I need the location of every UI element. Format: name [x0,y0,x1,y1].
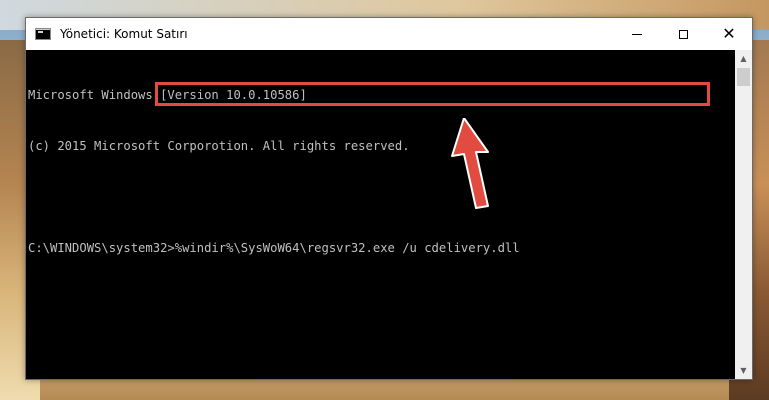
scroll-thumb[interactable] [737,68,750,86]
close-button[interactable]: ✕ [706,18,752,50]
maximize-icon [678,29,688,39]
title-bar[interactable]: Yönetici: Komut Satırı ✕ [26,18,752,50]
chevron-down-icon: ▼ [740,366,747,375]
scroll-up-button[interactable]: ▲ [735,50,752,67]
window-title: Yönetici: Komut Satırı [60,27,188,41]
close-icon: ✕ [722,24,736,43]
command-highlight-box [155,82,710,106]
command-prompt-window: Yönetici: Komut Satırı ✕ Microsoft Windo… [25,17,753,380]
chevron-up-icon: ▲ [740,54,747,63]
minimize-icon [632,33,642,35]
pointer-arrow-icon [451,118,489,209]
scroll-down-button[interactable]: ▼ [735,362,752,379]
maximize-button[interactable] [660,18,706,50]
vertical-scrollbar[interactable]: ▲ ▼ [735,50,752,379]
caption-buttons: ✕ [614,18,752,50]
console-line-command[interactable]: C:\WINDOWS\system32>%windir%\SysWoW64\re… [28,240,735,257]
console-line-copyright: (c) 2015 Microsoft Corporotion. All righ… [28,139,410,153]
minimize-button[interactable] [614,18,660,50]
cmd-icon[interactable] [35,28,51,40]
